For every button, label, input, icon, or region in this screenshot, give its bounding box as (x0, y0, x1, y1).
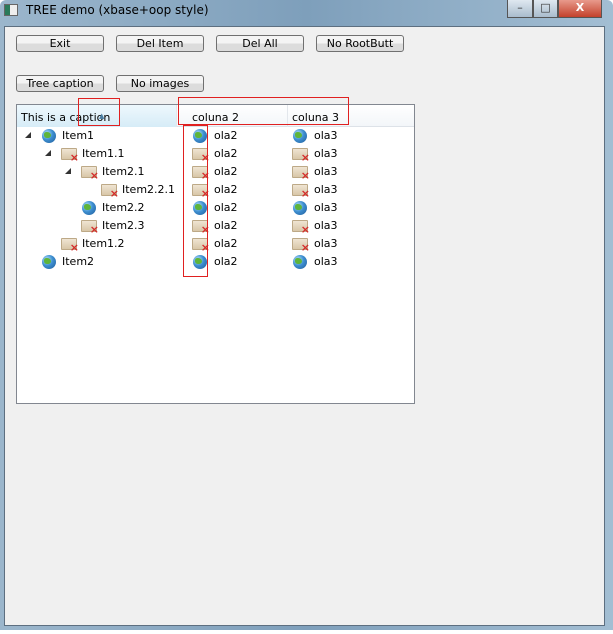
globe-icon (193, 255, 207, 269)
del-item-button[interactable]: Del Item (116, 35, 204, 52)
no-root-button[interactable]: No RootButt (316, 35, 404, 52)
app-window: TREE demo (xbase+oop style) – □ X Exit D… (0, 0, 613, 630)
no-images-button[interactable]: No images (116, 75, 204, 92)
folder-icon (192, 166, 210, 182)
column-3-value: ola3 (314, 237, 338, 250)
column-2-value: ola2 (214, 237, 238, 250)
column-3-value: ola3 (314, 183, 338, 196)
column-header-1[interactable]: ▲ This is a caption (17, 105, 177, 127)
globe-icon (42, 129, 56, 143)
tree-item-label: Item2.1 (102, 165, 145, 178)
folder-icon (192, 148, 210, 164)
globe-icon (82, 201, 96, 215)
folder-icon (192, 220, 210, 236)
expanded-arrow-icon[interactable] (45, 150, 51, 156)
folder-icon (61, 238, 79, 254)
tree-row[interactable]: Item1.1 ola2 ola3 (17, 145, 414, 164)
folder-icon (292, 220, 310, 236)
globe-icon (293, 255, 307, 269)
folder-icon (292, 148, 310, 164)
column-3-value: ola3 (314, 129, 338, 142)
tree-row[interactable]: Item1.2 ola2 ola3 (17, 235, 414, 254)
folder-icon (101, 184, 119, 200)
tree-row[interactable]: Item2.1 ola2 ola3 (17, 163, 414, 182)
tree-item-label: Item2.2.1 (122, 183, 176, 196)
tree-row[interactable]: Item2.3 ola2 ola3 (17, 217, 414, 236)
client-area: Exit Del Item Del All No RootButt Tree c… (4, 26, 605, 626)
tree-header: ▲ This is a caption coluna 2 coluna 3 (17, 105, 414, 127)
column-3-value: ola3 (314, 201, 338, 214)
column-2-value: ola2 (214, 219, 238, 232)
column-3-value: ola3 (314, 165, 338, 178)
tree-item-label: Item2 (62, 255, 95, 268)
tree-caption-button[interactable]: Tree caption (16, 75, 104, 92)
column-2-value: ola2 (214, 183, 238, 196)
column-header-2[interactable]: coluna 2 (188, 105, 288, 127)
folder-icon (81, 166, 99, 182)
tree-view[interactable]: ▲ This is a caption coluna 2 coluna 3 It… (16, 104, 415, 404)
globe-icon (193, 129, 207, 143)
tree-item-label: Item2.3 (102, 219, 145, 232)
globe-icon (193, 201, 207, 215)
minimize-button[interactable]: – (507, 0, 533, 18)
tree-row[interactable]: Item2 ola2 ola3 (17, 253, 414, 271)
tree-item-label: Item1.2 (82, 237, 125, 250)
del-all-button[interactable]: Del All (216, 35, 304, 52)
window-title: TREE demo (xbase+oop style) (26, 3, 209, 17)
tree-item-label: Item1 (62, 129, 95, 142)
column-2-value: ola2 (214, 147, 238, 160)
folder-icon (292, 184, 310, 200)
tree-row[interactable]: Item2.2 ola2 ola3 (17, 199, 414, 217)
sort-ascending-icon: ▲ (99, 112, 105, 120)
globe-icon (293, 201, 307, 215)
folder-icon (81, 220, 99, 236)
globe-icon (42, 255, 56, 269)
expanded-arrow-icon[interactable] (65, 168, 71, 174)
folder-icon (192, 184, 210, 200)
exit-button[interactable]: Exit (16, 35, 104, 52)
close-button[interactable]: X (558, 0, 602, 18)
column-2-value: ola2 (214, 255, 238, 268)
maximize-button[interactable]: □ (533, 0, 558, 18)
folder-icon (192, 238, 210, 254)
expanded-arrow-icon[interactable] (25, 132, 31, 138)
globe-icon (293, 129, 307, 143)
app-icon (4, 4, 18, 16)
column-2-value: ola2 (214, 165, 238, 178)
column-header-label: This is a caption (21, 111, 111, 124)
folder-icon (292, 238, 310, 254)
tree-row[interactable]: Item1 ola2 ola3 (17, 127, 414, 145)
tree-item-label: Item2.2 (102, 201, 145, 214)
column-header-3[interactable]: coluna 3 (288, 105, 414, 127)
folder-icon (61, 148, 79, 164)
column-3-value: ola3 (314, 219, 338, 232)
tree-item-label: Item1.1 (82, 147, 125, 160)
column-2-value: ola2 (214, 201, 238, 214)
column-3-value: ola3 (314, 255, 338, 268)
column-2-value: ola2 (214, 129, 238, 142)
tree-row[interactable]: Item2.2.1 ola2 ola3 (17, 181, 414, 200)
column-3-value: ola3 (314, 147, 338, 160)
folder-icon (292, 166, 310, 182)
